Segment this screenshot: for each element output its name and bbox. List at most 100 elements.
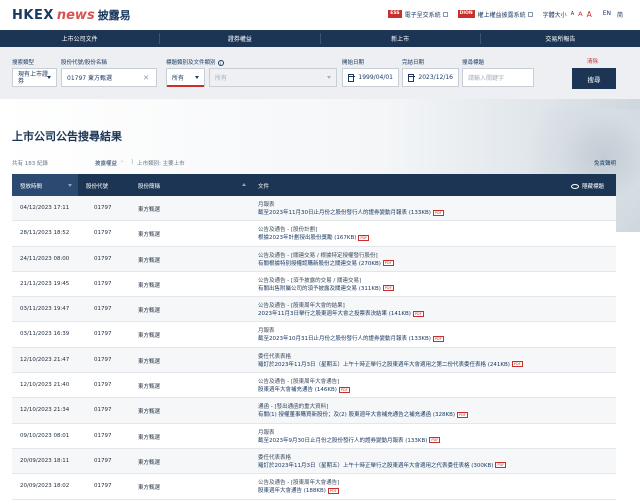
pdf-icon: PDF (412, 310, 424, 317)
ess-badge: ESS (388, 10, 402, 18)
document-link-text: 有關出售附屬公司的須予披露及關連交易 (311KB) (258, 285, 381, 292)
breadcrumb-listing-type: 上市類別: 主要上市 (137, 161, 185, 167)
font-size-medium[interactable]: A (578, 10, 582, 18)
headline-placeholder: 請輸入關鍵字 (468, 75, 505, 82)
document-type: 通函 - [發出通函的重大資料] (258, 404, 329, 411)
document-link[interactable]: 股東週年大會補充通告 (146KB) PDF (258, 386, 350, 394)
table-row: 24/11/2023 08:00 01797 東方甄選 公告及通告 - [關連交易 /… (12, 246, 616, 272)
document-link-text: 股東週年大會通告 (188KB) (258, 488, 326, 495)
stock-code: 01797 (94, 457, 112, 464)
dion-link[interactable]: 權上權益披露系統 (478, 10, 533, 19)
pdf-icon: PDF (358, 234, 370, 241)
font-size-small[interactable]: A (571, 11, 574, 17)
table-row: 20/09/2023 18:11 01797 東方甄選 委任代表表格 羅訂於2023年1… (12, 448, 616, 475)
chevron-down-icon (195, 76, 199, 79)
document-type: 月報表 (258, 202, 275, 208)
document-type: 月報表 (258, 328, 275, 335)
search-button[interactable]: 搜尋 (572, 68, 616, 89)
document-link-text: 羅訂於2023年11月3日（星期五）上午十時正舉行之股東週年大會適用之代表委任表… (258, 462, 494, 469)
stock-input[interactable]: 01797 東方甄選 ✕ (61, 68, 157, 87)
document-type: 公告及通告 - [股東周年大會通告] (258, 379, 340, 386)
results-table-body: 04/12/2023 17:11 01797 東方甄選 月報表 截至2023年11月30… (12, 196, 616, 504)
stock-code: 01797 (94, 382, 112, 389)
lang-en[interactable]: EN (603, 10, 611, 19)
document-cell: 公告及通告 - [關連交易 / 根據特定授權發行股份] 有關根據特別授權認購新股份… (258, 252, 394, 268)
document-cell: 公告及通告 - [股份計劃] 根據2023年計劃授出股份獎勵 (167KB) PDF (258, 226, 370, 242)
to-date-input[interactable]: 2023/12/16 (402, 68, 459, 87)
language-switch: EN 简 (600, 10, 626, 19)
sort-asc-icon[interactable] (242, 183, 246, 186)
from-date-input[interactable]: 1999/04/01 (342, 68, 399, 87)
th-release-time[interactable]: 發放時間 (12, 174, 78, 196)
document-link[interactable]: 有關(1) 授權董事購買新股份；及(2) 股東週年大會補充通告之補充通函 (32… (258, 411, 468, 419)
breadcrumb-separator: › (121, 159, 124, 165)
chevron-down-icon (47, 76, 51, 79)
lang-sc[interactable]: 简 (617, 10, 623, 19)
th-stock-name[interactable]: 股份簡稱 (138, 182, 160, 190)
th-stock-code[interactable]: 股份代號 (86, 182, 108, 190)
document-link[interactable]: 有關出售附屬公司的須予披露及關連交易 (311KB) PDF (258, 285, 394, 293)
document-link[interactable]: 根據2023年計劃授出股份獎勵 (167KB) PDF (258, 234, 370, 242)
document-link[interactable]: 羅訂於2023年11月3日（星期五）上午十時正舉行之股東週年大會適用之第二份代表… (258, 361, 523, 369)
to-date-value: 2023/12/16 (418, 74, 453, 81)
document-link-text: 截至2023年11月30日止月份之股份發行人的證券變動月報表 (133KB) (258, 210, 431, 216)
release-time: 20/09/2023 18:11 (20, 457, 70, 464)
stock-code: 01797 (94, 407, 112, 414)
font-size-large[interactable]: A (587, 10, 592, 19)
hkexnews-logo[interactable]: HKEX news 披露易 (12, 7, 131, 23)
document-link[interactable]: 羅訂於2023年11月3日（星期五）上午十時正舉行之股東週年大會適用之代表委任表… (258, 462, 507, 470)
doctype-sub-placeholder: 所有 (215, 75, 228, 82)
calendar-icon (348, 73, 356, 82)
hide-headline-toggle[interactable]: 隱藏標題 (570, 182, 604, 190)
stock-name: 東方甄選 (138, 308, 161, 315)
breadcrumb-divider: | (131, 159, 134, 165)
category-select[interactable]: 現有上市證券 (12, 68, 57, 87)
breadcrumb: 披露權益 › | 上市類別: 主要上市 (95, 159, 185, 167)
info-icon[interactable]: i (217, 59, 224, 66)
stock-code: 01797 (94, 306, 112, 313)
calendar-icon (408, 73, 416, 82)
stock-value: 01797 東方甄選 (67, 75, 112, 82)
document-link-text: 截至2023年9月30日止月份之股份發行人的證券變動月報表 (133KB) (258, 437, 428, 444)
release-time: 04/12/2023 17:11 (20, 205, 70, 211)
clear-link[interactable]: 清除 (587, 57, 598, 65)
breadcrumb-disclosure[interactable]: 披露權益 (95, 159, 117, 167)
document-type: 公告及通告 - [關連交易 / 根據特定授權發行股份] (258, 252, 378, 259)
stock-name: 東方甄選 (138, 434, 161, 441)
ess-link[interactable]: 電子呈交系統 (405, 10, 448, 19)
from-date-value: 1999/04/01 (358, 74, 393, 81)
document-link-text: 有關根據特別授權認購新股份之關連交易 (270KB) (258, 260, 381, 267)
nav-exchange-reports[interactable]: 交易所報告 (481, 30, 640, 47)
document-type: 公告及通告 - [須予披露的交易 / 關連交易] (258, 277, 362, 284)
pdf-icon: PDF (382, 285, 394, 292)
doctype-select[interactable]: 所有 (166, 68, 205, 87)
headline-input[interactable]: 請輸入關鍵字 (462, 68, 534, 87)
from-date-label: 開始日期 (342, 60, 365, 66)
hide-headline-label: 隱藏標題 (581, 184, 604, 190)
nav-listed-documents[interactable]: 上市公司文件 (0, 30, 159, 47)
disclaimer-link[interactable]: 免責聲明 (594, 159, 616, 167)
document-link[interactable]: 股東週年大會通告 (188KB) PDF (258, 487, 339, 495)
nav-new-listings[interactable]: 新上市 (321, 30, 480, 47)
nav-securities-interests[interactable]: 證券權益 (160, 30, 319, 47)
result-count: 共有 183 紀錄 (12, 161, 48, 167)
document-type: 公告及通告 - [股東周年大會的結果] (258, 303, 345, 310)
document-cell: 公告及通告 - [須予披露的交易 / 關連交易] 有關出售附屬公司的須予披露及關連… (258, 277, 394, 293)
stock-code: 01797 (94, 356, 112, 363)
document-link[interactable]: 截至2023年9月30日止月份之股份發行人的證券變動月報表 (133KB) PDF (258, 437, 441, 445)
doctype-sub-select[interactable]: 所有 (209, 68, 337, 87)
document-link[interactable]: 2023年11月3日舉行之股東週年大會之投票表決結果 (141KB) PDF (258, 310, 424, 318)
font-size-control: 字體大小 A A A (543, 10, 592, 19)
clear-icon[interactable]: ✕ (143, 74, 149, 82)
document-link-text: 根據2023年計劃授出股份獎勵 (167KB) (258, 235, 357, 242)
dion-badge: DION (457, 10, 475, 18)
document-link[interactable]: 截至2023年10月31日止月份之股份發行人的證券變動月報表 (133KB) PD… (258, 335, 444, 343)
stock-code: 01797 (94, 483, 112, 490)
document-link[interactable]: 截至2023年11月30日止月份之股份發行人的證券變動月報表 (133KB) PD… (258, 209, 444, 217)
stock-code: 01797 (94, 230, 112, 237)
document-link[interactable]: 有關根據特別授權認購新股份之關連交易 (270KB) PDF (258, 260, 394, 268)
table-row: 20/09/2023 18:02 01797 東方甄選 公告及通告 - [股東周年大會… (12, 474, 616, 500)
release-time: 12/10/2023 21:47 (20, 356, 70, 363)
eye-off-icon (570, 183, 579, 189)
release-time: 12/10/2023 21:40 (20, 382, 70, 389)
